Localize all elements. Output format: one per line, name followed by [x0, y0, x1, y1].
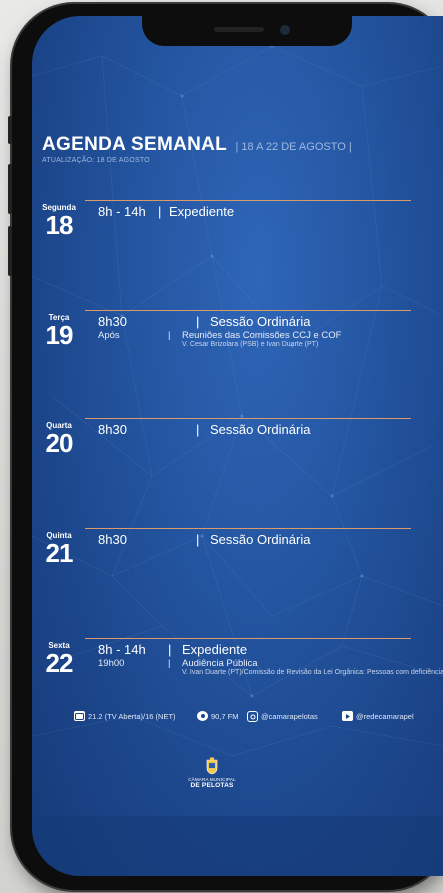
- instagram-link[interactable]: @camarapelotas: [247, 711, 318, 722]
- city-crest-icon: [206, 757, 218, 775]
- day-divider: [85, 310, 411, 311]
- event-title: Sessão Ordinária: [210, 422, 311, 437]
- date-range: | 18 A 22 DE AGOSTO |: [235, 141, 352, 153]
- side-button-volume-up: [8, 164, 12, 214]
- speaker-grille: [214, 27, 264, 32]
- day-row-sexta: Sexta 22 8h - 14h | Expediente 19h00 | A…: [30, 638, 443, 698]
- side-button-volume-down: [8, 226, 12, 276]
- radio-icon: [197, 711, 208, 721]
- instagram-icon: [247, 711, 258, 722]
- secondary-event-separator: |: [168, 658, 171, 669]
- day-number: 20: [45, 428, 74, 458]
- secondary-event-time: Após: [98, 330, 120, 341]
- youtube-link[interactable]: @redecamarapel: [342, 711, 414, 721]
- secondary-event-title: Reuniões das Comissões CCJ e COF: [182, 330, 342, 341]
- event-title: Expediente: [169, 204, 235, 219]
- event-title: Sessão Ordinária: [210, 314, 311, 329]
- day-number: 21: [45, 538, 74, 568]
- secondary-event-separator: |: [168, 330, 171, 341]
- event-note: V. Ivan Duarte (PT)/Comissão de Revisão …: [182, 669, 443, 676]
- youtube-handle: @redecamarapel: [356, 711, 414, 721]
- event-time: 8h30: [98, 532, 127, 547]
- front-camera: [280, 25, 290, 35]
- event-separator: |: [196, 532, 200, 547]
- event-title: Sessão Ordinária: [210, 532, 311, 547]
- phone-notch: [142, 16, 352, 46]
- day-divider: [85, 418, 411, 419]
- day-divider: [85, 638, 411, 639]
- page-title: AGENDA SEMANAL: [42, 134, 228, 155]
- tv-channel-text: 21.2 (TV Aberta)/16 (NET): [88, 711, 176, 721]
- tv-icon: [74, 711, 85, 721]
- event-separator: |: [196, 422, 200, 437]
- event-time: 8h30: [98, 422, 127, 437]
- tv-channel: 21.2 (TV Aberta)/16 (NET): [74, 711, 176, 721]
- day-divider: [85, 528, 411, 529]
- event-title: Expediente: [182, 642, 248, 657]
- youtube-icon: [342, 711, 353, 721]
- day-row-quarta: Quarta 20 8h30 | Sessão Ordinária: [30, 418, 411, 478]
- logo-line-2: DE PELOTAS: [190, 782, 234, 789]
- day-row-segunda: Segunda 18 8h - 14h | Expediente: [30, 200, 411, 260]
- secondary-event-time: 19h00: [98, 658, 125, 669]
- day-number: 18: [45, 210, 74, 240]
- day-number: 22: [45, 648, 74, 678]
- update-date: ATUALIZAÇÃO: 18 DE AGOSTO: [42, 157, 150, 164]
- radio-channel-text: 90,7 FM: [211, 711, 239, 721]
- instagram-handle: @camarapelotas: [261, 712, 318, 721]
- secondary-event-title: Audiência Pública: [182, 658, 258, 669]
- event-separator: |: [168, 642, 172, 657]
- agenda-header: AGENDA SEMANAL | 18 A 22 DE AGOSTO | ATU…: [42, 134, 352, 164]
- radio-channel: 90,7 FM: [197, 711, 239, 721]
- event-note: V. Cesar Brizolara (PSB) e Ivan Duarte (…: [182, 341, 319, 348]
- city-council-logo: CÂMARA MUNICIPAL DE PELOTAS: [182, 757, 242, 789]
- side-button-mute: [8, 116, 12, 144]
- event-separator: |: [196, 314, 200, 329]
- event-time: 8h30: [98, 314, 127, 329]
- day-divider: [85, 200, 411, 201]
- event-time: 8h - 14h: [98, 204, 146, 219]
- event-separator: |: [158, 204, 162, 219]
- day-row-terca: Terça 19 8h30 | Sessão Ordinária Após | …: [30, 310, 411, 370]
- day-number: 19: [45, 320, 74, 350]
- contact-footer: 21.2 (TV Aberta)/16 (NET) 90,7 FM @camar…: [42, 711, 432, 725]
- event-time: 8h - 14h: [98, 642, 146, 657]
- day-row-quinta: Quinta 21 8h30 | Sessão Ordinária: [30, 528, 411, 588]
